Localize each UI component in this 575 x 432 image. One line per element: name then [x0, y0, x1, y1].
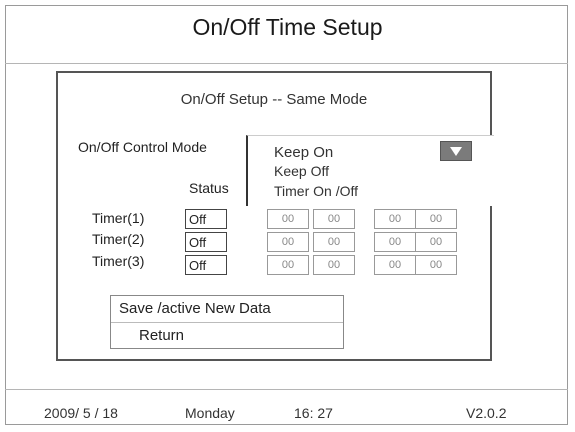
timer-2-on-minute[interactable]: 00 — [313, 232, 355, 252]
timer-2-status[interactable]: Off — [185, 232, 227, 252]
timer-1-on-hour[interactable]: 00 — [267, 209, 309, 229]
timer-1-off-hour[interactable]: 00 — [374, 209, 416, 229]
screen: On/Off Time Setup On/Off Setup -- Same M… — [0, 0, 575, 432]
footer-time: 16: 27 — [294, 405, 333, 421]
timer-3-status[interactable]: Off — [185, 255, 227, 275]
dropdown-option-keep-off[interactable]: Keep Off — [274, 163, 329, 179]
dropdown-selected-option[interactable]: Keep On — [274, 144, 333, 161]
save-active-button[interactable]: Save /active New Data — [119, 300, 271, 317]
timer-2-off-minute[interactable]: 00 — [415, 232, 457, 252]
status-label: Status — [189, 180, 229, 196]
timer-3-off-hour[interactable]: 00 — [374, 255, 416, 275]
timer-1-status[interactable]: Off — [185, 209, 227, 229]
timer-2-on-hour[interactable]: 00 — [267, 232, 309, 252]
timer-1-off-minute[interactable]: 00 — [415, 209, 457, 229]
timer-2-off-hour[interactable]: 00 — [374, 232, 416, 252]
action-divider — [111, 322, 343, 323]
footer-date: 2009/ 5 / 18 — [44, 405, 118, 421]
timer-label-3: Timer(3) — [92, 253, 145, 269]
timer-3-off-minute[interactable]: 00 — [415, 255, 457, 275]
timer-3-on-minute[interactable]: 00 — [313, 255, 355, 275]
dropdown-button[interactable] — [440, 141, 472, 161]
control-mode-label: On/Off Control Mode — [78, 139, 207, 155]
return-button[interactable]: Return — [139, 327, 184, 344]
timer-1-on-minute[interactable]: 00 — [313, 209, 355, 229]
timer-3-on-hour[interactable]: 00 — [267, 255, 309, 275]
action-menu: Save /active New Data Return — [110, 295, 344, 349]
panel-title: On/Off Setup -- Same Mode — [180, 91, 368, 108]
footer-divider — [5, 389, 568, 390]
triangle-down-icon — [450, 147, 462, 156]
page-title: On/Off Time Setup — [192, 14, 383, 40]
dropdown-option-timer[interactable]: Timer On /Off — [274, 183, 358, 199]
footer-weekday: Monday — [185, 405, 235, 421]
title-divider — [5, 63, 568, 64]
timer-label-2: Timer(2) — [92, 231, 145, 247]
footer-version: V2.0.2 — [466, 405, 507, 421]
timer-label-1: Timer(1) — [92, 210, 145, 226]
